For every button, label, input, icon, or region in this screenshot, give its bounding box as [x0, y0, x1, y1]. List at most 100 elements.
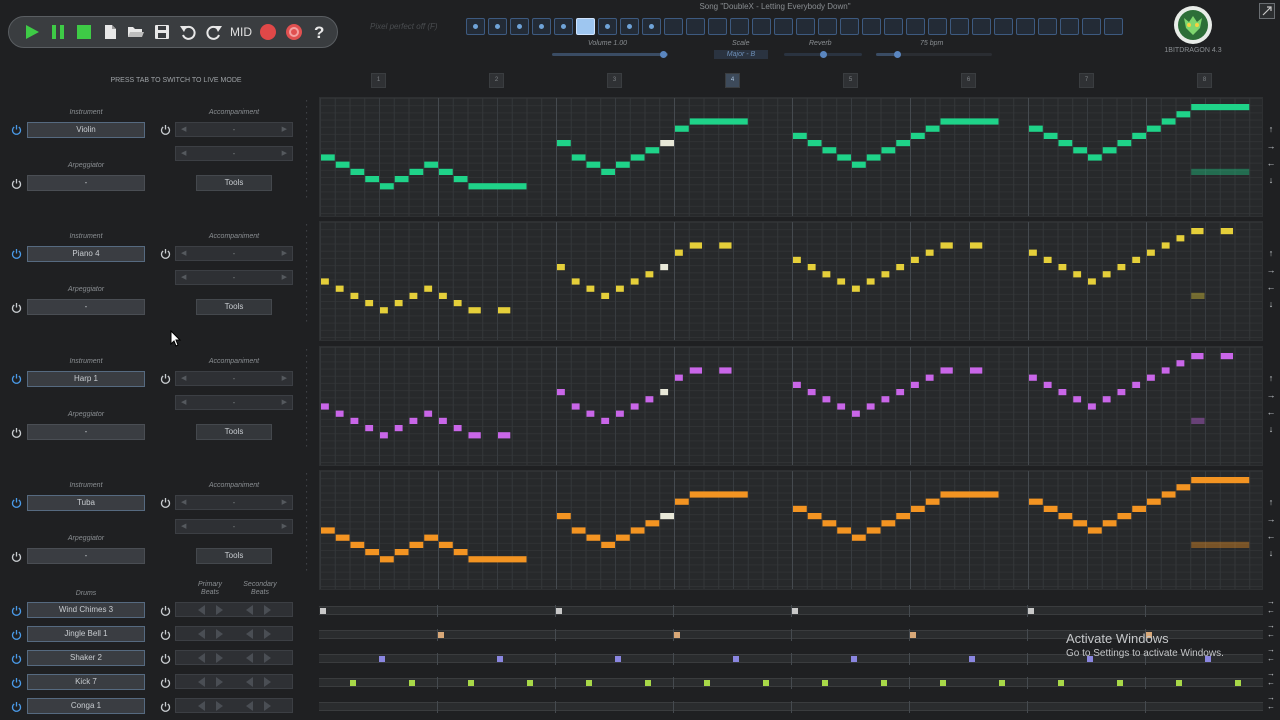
pattern-slot[interactable]: [554, 18, 573, 35]
drum-hit[interactable]: [762, 680, 769, 686]
note[interactable]: [837, 403, 846, 410]
chevron-left-icon[interactable]: [198, 629, 205, 639]
note[interactable]: [586, 285, 595, 292]
chevron-left-icon[interactable]: ◀: [181, 247, 186, 260]
shift-left-icon[interactable]: ←: [1264, 702, 1278, 711]
instrument-select[interactable]: Harp 1: [27, 371, 145, 387]
note[interactable]: [675, 249, 683, 256]
note[interactable]: [409, 417, 418, 424]
tools-button[interactable]: Tools: [196, 175, 272, 191]
chevron-right-icon[interactable]: [216, 629, 223, 639]
bar-number[interactable]: 3: [607, 73, 622, 88]
note[interactable]: [557, 140, 571, 147]
note[interactable]: [557, 389, 565, 396]
pattern-slot[interactable]: [862, 18, 881, 35]
note[interactable]: [1147, 249, 1155, 256]
note[interactable]: [911, 256, 919, 263]
chevron-right-icon[interactable]: [264, 605, 271, 615]
note[interactable]: [970, 367, 983, 374]
bar-number[interactable]: 2: [489, 73, 504, 88]
drum-hit[interactable]: [379, 656, 385, 662]
bar-number[interactable]: 6: [961, 73, 976, 88]
pattern-slot[interactable]: [1082, 18, 1101, 35]
note[interactable]: [896, 513, 910, 520]
mute-toggle-button[interactable]: [10, 550, 22, 562]
note[interactable]: [1176, 484, 1191, 491]
instrument-select[interactable]: Violin: [27, 122, 145, 138]
bar-number[interactable]: 5: [843, 73, 858, 88]
note[interactable]: [852, 285, 860, 292]
note[interactable]: [1043, 132, 1058, 139]
drum-hit[interactable]: [1175, 680, 1182, 686]
note[interactable]: [1058, 513, 1073, 520]
note[interactable]: [557, 264, 565, 271]
drum-hit[interactable]: [674, 632, 680, 638]
note[interactable]: [1043, 381, 1052, 388]
volume-knob[interactable]: [660, 51, 667, 58]
note[interactable]: [586, 410, 595, 417]
note[interactable]: [866, 527, 881, 534]
note[interactable]: [1176, 360, 1185, 367]
note[interactable]: [822, 271, 831, 278]
note[interactable]: [645, 147, 660, 154]
pattern-slot[interactable]: [1104, 18, 1123, 35]
shift-up-icon[interactable]: ↑: [1264, 245, 1278, 262]
chevron-left-icon[interactable]: ◀: [181, 147, 186, 160]
note[interactable]: [1058, 264, 1067, 271]
piano-roll-grid[interactable]: [319, 97, 1263, 217]
pattern-slot[interactable]: [576, 18, 595, 35]
chevron-left-icon[interactable]: [198, 653, 205, 663]
chevron-right-icon[interactable]: ▶: [282, 396, 287, 409]
note[interactable]: [645, 520, 660, 527]
note[interactable]: [822, 396, 831, 403]
chevron-right-icon[interactable]: ▶: [282, 271, 287, 284]
note[interactable]: [866, 403, 875, 410]
note[interactable]: [409, 168, 424, 175]
mute-toggle-button[interactable]: [159, 700, 171, 712]
chevron-right-icon[interactable]: ▶: [282, 520, 287, 533]
note[interactable]: [1117, 140, 1132, 147]
note[interactable]: [321, 527, 335, 534]
note[interactable]: [793, 505, 807, 512]
note[interactable]: [793, 256, 801, 263]
note[interactable]: [1088, 278, 1096, 285]
note[interactable]: [1058, 389, 1067, 396]
drum-hit[interactable]: [1028, 608, 1034, 614]
shift-down-icon[interactable]: ↓: [1264, 296, 1278, 313]
note[interactable]: [1043, 256, 1052, 263]
note[interactable]: [822, 520, 837, 527]
pattern-slot[interactable]: [686, 18, 705, 35]
note[interactable]: [1073, 271, 1082, 278]
shift-down-icon[interactable]: ↓: [1264, 172, 1278, 189]
note[interactable]: [394, 549, 409, 556]
drum-hit[interactable]: [1116, 680, 1123, 686]
pattern-slot[interactable]: [752, 18, 771, 35]
arpeggiator-select[interactable]: -: [27, 548, 145, 564]
note[interactable]: [675, 125, 689, 132]
chevron-right-icon[interactable]: [264, 629, 271, 639]
note[interactable]: [925, 125, 940, 132]
note[interactable]: [453, 300, 462, 307]
shift-up-icon[interactable]: ↑: [1264, 494, 1278, 511]
drum-instrument-select[interactable]: Jingle Bell 1: [27, 626, 145, 642]
mute-toggle-button[interactable]: [10, 676, 22, 688]
chevron-left-icon[interactable]: [198, 605, 205, 615]
mute-toggle-button[interactable]: [10, 628, 22, 640]
arpeggiator-select[interactable]: -: [27, 424, 145, 440]
pattern-slot[interactable]: [796, 18, 815, 35]
shift-right-icon[interactable]: →: [1264, 138, 1278, 155]
note[interactable]: [881, 520, 896, 527]
drum-beats-selector[interactable]: [175, 602, 293, 617]
accompaniment-select-2[interactable]: ◀ - ▶: [175, 395, 293, 410]
mute-toggle-button[interactable]: [159, 604, 171, 616]
drum-hit[interactable]: [969, 656, 975, 662]
note[interactable]: [616, 410, 624, 417]
mute-toggle-button[interactable]: [10, 247, 22, 259]
chevron-left-icon[interactable]: [198, 701, 205, 711]
drum-instrument-select[interactable]: Wind Chimes 3: [27, 602, 145, 618]
shift-left-icon[interactable]: ←: [1264, 630, 1278, 639]
note[interactable]: [586, 161, 601, 168]
chevron-left-icon[interactable]: [246, 629, 253, 639]
note[interactable]: [601, 541, 615, 548]
note[interactable]: [468, 556, 527, 563]
